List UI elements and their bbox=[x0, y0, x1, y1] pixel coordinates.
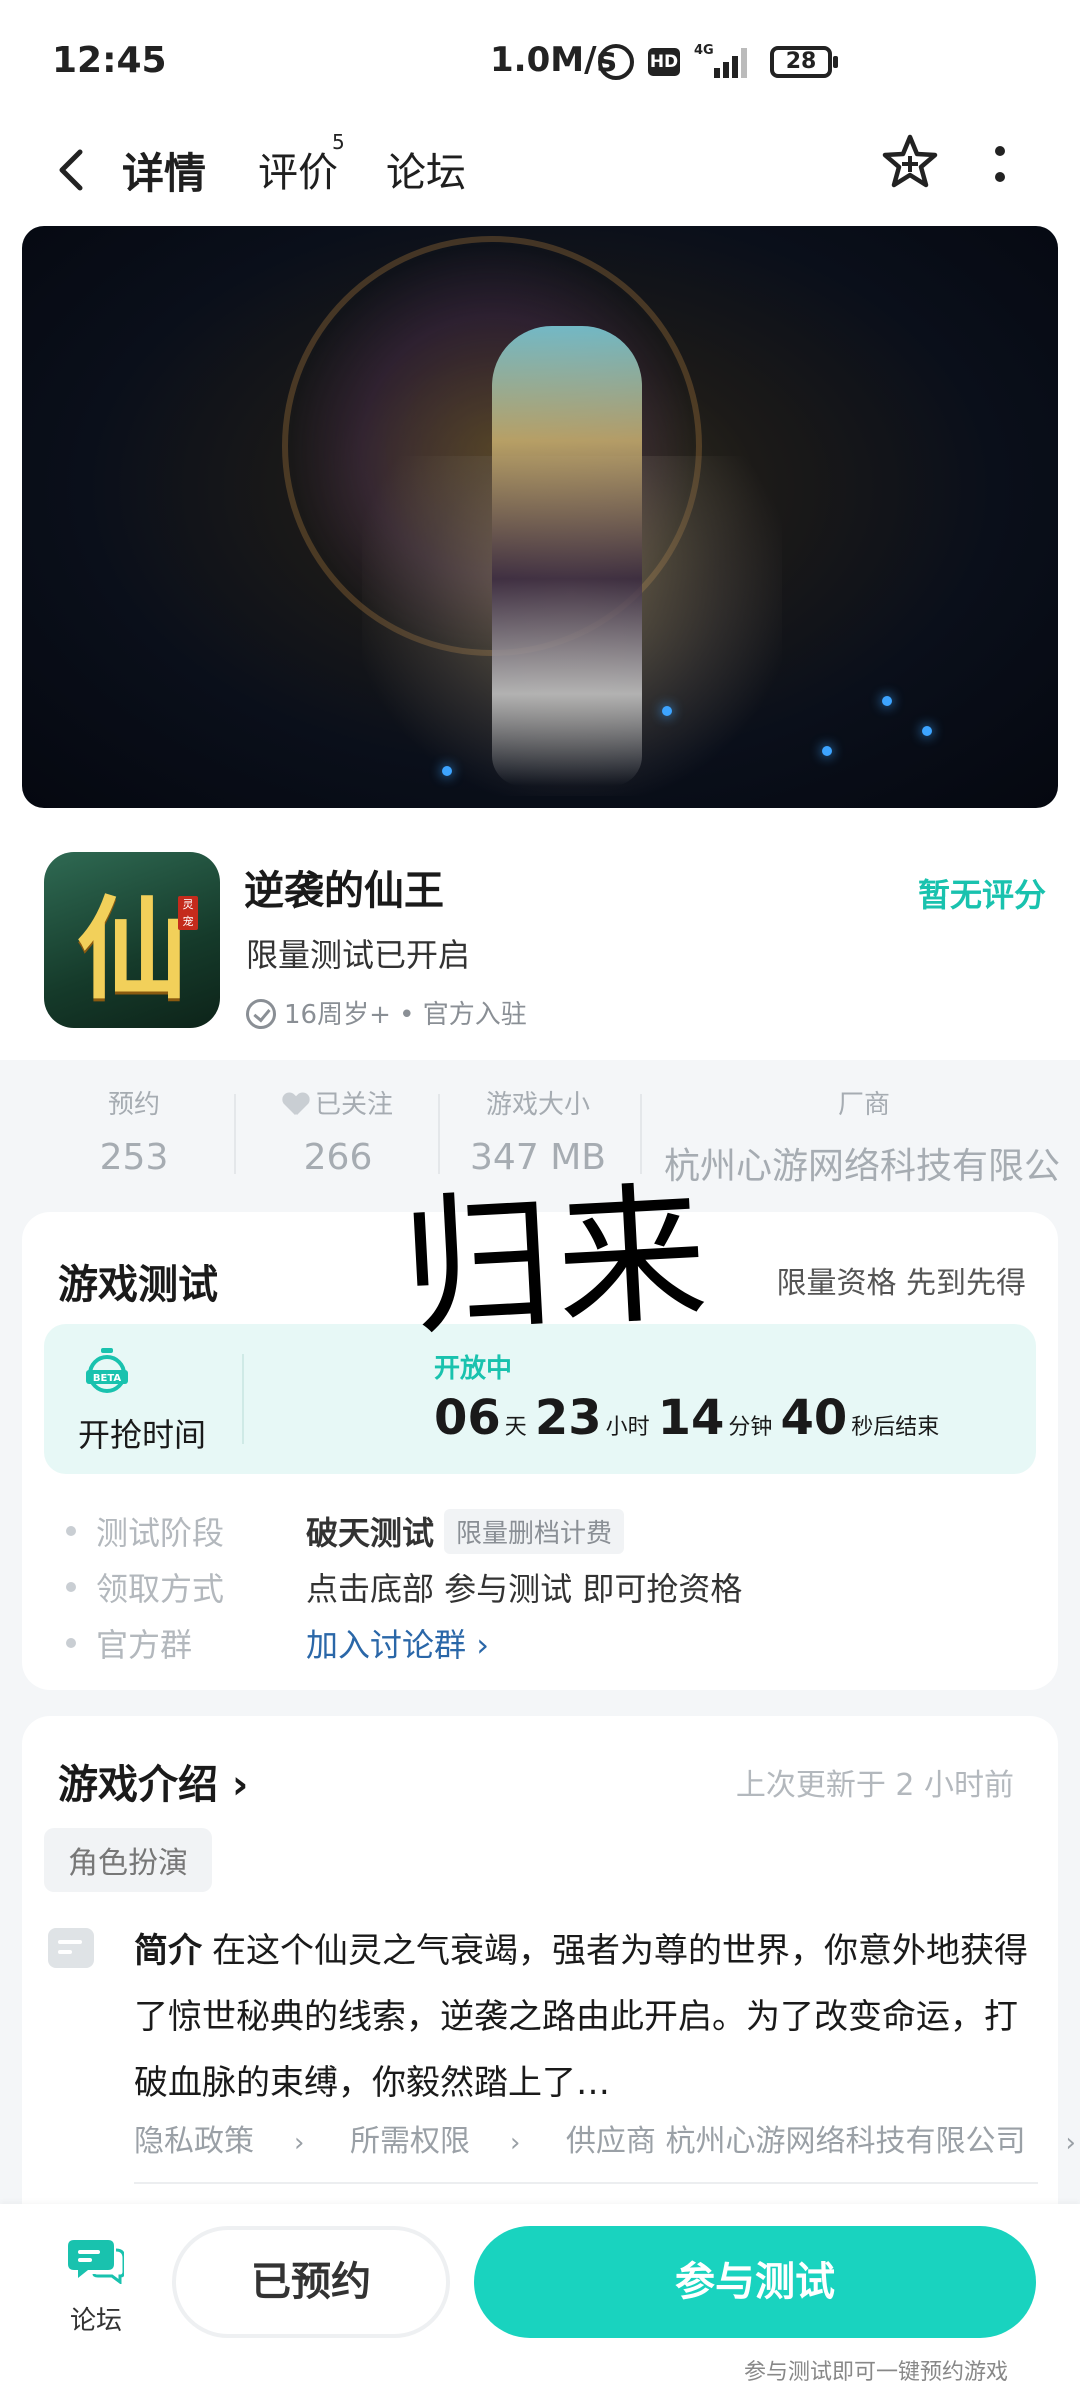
banner-sparkle bbox=[882, 696, 892, 706]
stat-followers[interactable]: 已关注 266 bbox=[268, 1084, 408, 1178]
beta-stopwatch-icon: BETA bbox=[86, 1348, 128, 1393]
banner-character-art bbox=[492, 326, 642, 786]
tab-reviews[interactable]: 评价 bbox=[258, 140, 338, 198]
battery-icon: 28 bbox=[770, 46, 838, 78]
signal-icon: 4G bbox=[694, 43, 747, 78]
countdown-days-unit: 天 bbox=[504, 1415, 527, 1440]
test-stage-chip: 限量删档计费 bbox=[444, 1509, 625, 1554]
genre-tag[interactable]: 角色扮演 bbox=[44, 1828, 212, 1892]
description-label: 简介 bbox=[134, 1931, 202, 1971]
bottom-action-bar: 论坛 已预约 参与测试 参与测试即可一键预约游戏 bbox=[0, 2204, 1080, 2400]
forum-chat-icon[interactable] bbox=[68, 2236, 124, 2284]
countdown-days: 06 bbox=[434, 1390, 501, 1446]
join-group-link[interactable]: 加入讨论群 › bbox=[306, 1626, 489, 1664]
countdown-minutes: 14 bbox=[657, 1390, 725, 1446]
heart-icon bbox=[283, 1093, 309, 1115]
countdown-minutes-unit: 分钟 bbox=[728, 1415, 773, 1440]
divider bbox=[134, 2182, 1038, 2184]
countdown-hours: 23 bbox=[534, 1390, 602, 1446]
stat-reservations: 预约 253 bbox=[74, 1084, 194, 1178]
test-card-title: 游戏测试 bbox=[58, 1262, 218, 1308]
claim-method-row: 领取方式 点击底部 参与测试 即可抢资格 bbox=[66, 1564, 742, 1610]
stat-label: 已关注 bbox=[314, 1090, 393, 1120]
supplier-link[interactable]: 供应商 杭州心游网络科技有限公司 › bbox=[566, 2124, 1076, 2159]
countdown-hours-unit: 小时 bbox=[605, 1415, 650, 1440]
stat-value: 266 bbox=[303, 1137, 373, 1178]
tab-details[interactable]: 详情 bbox=[122, 140, 206, 201]
intro-title[interactable]: 游戏介绍 › bbox=[58, 1752, 248, 1810]
stat-divider bbox=[234, 1094, 236, 1174]
app-meta-text: 16周岁+ • 官方入驻 bbox=[284, 1000, 527, 1030]
official-group-row: 官方群 加入讨论群 › bbox=[66, 1620, 489, 1666]
more-options-icon[interactable] bbox=[990, 140, 1010, 190]
test-card-note: 限量资格 先到先得 bbox=[776, 1266, 1026, 1301]
forum-label[interactable]: 论坛 bbox=[70, 2300, 122, 2337]
beta-label: BETA bbox=[93, 1373, 121, 1384]
status-time: 12:45 bbox=[52, 40, 167, 81]
app-icon-glyph: 仙王 bbox=[77, 885, 187, 1014]
handwritten-overlay: 归来 bbox=[398, 1167, 716, 1357]
hd-icon: HD bbox=[648, 48, 680, 76]
banner-sparkle bbox=[442, 766, 452, 776]
description[interactable]: 简介 在这个仙灵之气衰竭，强者为尊的世界，你意外地获得了惊世秘典的线索，逆袭之路由… bbox=[134, 1918, 1034, 2116]
network-type: 4G bbox=[694, 43, 714, 58]
verified-check-icon bbox=[246, 999, 276, 1029]
app-name: 逆袭的仙王 bbox=[244, 868, 444, 914]
privacy-policy-link[interactable]: 隐私政策 › bbox=[134, 2124, 304, 2159]
countdown-seconds-unit: 秒后结束 bbox=[851, 1415, 940, 1440]
top-nav: 详情 评价 5 论坛 bbox=[0, 120, 1080, 230]
test-stage-value: 破天测试 bbox=[306, 1514, 435, 1552]
description-text: 在这个仙灵之气衰竭，强者为尊的世界，你意外地获得了惊世秘典的线索，逆袭之路由此开… bbox=[134, 1931, 1028, 2103]
test-stage-row: 测试阶段 破天测试 限量删档计费 bbox=[66, 1508, 625, 1554]
app-rating[interactable]: 暂无评分 bbox=[918, 870, 1046, 916]
app-subtitle: 限量测试已开启 bbox=[246, 936, 471, 974]
stat-developer[interactable]: 厂商 杭州心游网络科技有限公 bbox=[664, 1084, 1064, 1189]
countdown-seconds: 40 bbox=[780, 1390, 848, 1446]
favorite-star-icon[interactable] bbox=[880, 132, 940, 192]
banner-sparkle bbox=[822, 746, 832, 756]
open-time-label: 开抢时间 bbox=[78, 1416, 207, 1454]
alarm-icon bbox=[598, 44, 634, 80]
row-key: 测试阶段 bbox=[96, 1514, 225, 1552]
banner-sparkle bbox=[662, 706, 672, 716]
review-count: 5 bbox=[332, 130, 345, 154]
join-test-button[interactable]: 参与测试 bbox=[474, 2226, 1036, 2338]
row-key: 官方群 bbox=[96, 1626, 193, 1664]
stat-label: 厂商 bbox=[837, 1090, 890, 1120]
policy-links: 隐私政策 › 所需权限 › 供应商 杭州心游网络科技有限公司 › bbox=[134, 2116, 1080, 2160]
app-icon: 仙王 灵宠 bbox=[44, 852, 220, 1028]
stat-value: 253 bbox=[99, 1137, 169, 1178]
permissions-link[interactable]: 所需权限 › bbox=[350, 2124, 520, 2159]
stat-label: 游戏大小 bbox=[485, 1090, 590, 1120]
banner-sparkle bbox=[922, 726, 932, 736]
app-icon-tag: 灵宠 bbox=[178, 896, 198, 930]
app-meta: 16周岁+ • 官方入驻 bbox=[246, 994, 527, 1031]
tab-forum[interactable]: 论坛 bbox=[386, 140, 466, 198]
back-arrow-icon[interactable] bbox=[48, 140, 98, 200]
game-video-banner[interactable] bbox=[22, 226, 1058, 808]
countdown: 06 天 23 小时 14 分钟 40 秒后结束 bbox=[434, 1390, 947, 1446]
stat-value: 杭州心游网络科技有限公 bbox=[664, 1146, 1061, 1187]
stat-label: 预约 bbox=[107, 1090, 160, 1120]
description-icon bbox=[48, 1928, 94, 1968]
row-key: 领取方式 bbox=[96, 1570, 225, 1608]
claim-method-value: 点击底部 参与测试 即可抢资格 bbox=[306, 1570, 743, 1608]
join-hint: 参与测试即可一键预约游戏 bbox=[744, 2360, 1009, 2385]
timer-divider bbox=[242, 1354, 244, 1444]
reserved-button[interactable]: 已预约 bbox=[172, 2226, 450, 2338]
last-updated: 上次更新于 2 小时前 bbox=[735, 1768, 1014, 1803]
status-bar: 12:45 1.0M/s HD 4G 28 bbox=[0, 0, 1080, 120]
